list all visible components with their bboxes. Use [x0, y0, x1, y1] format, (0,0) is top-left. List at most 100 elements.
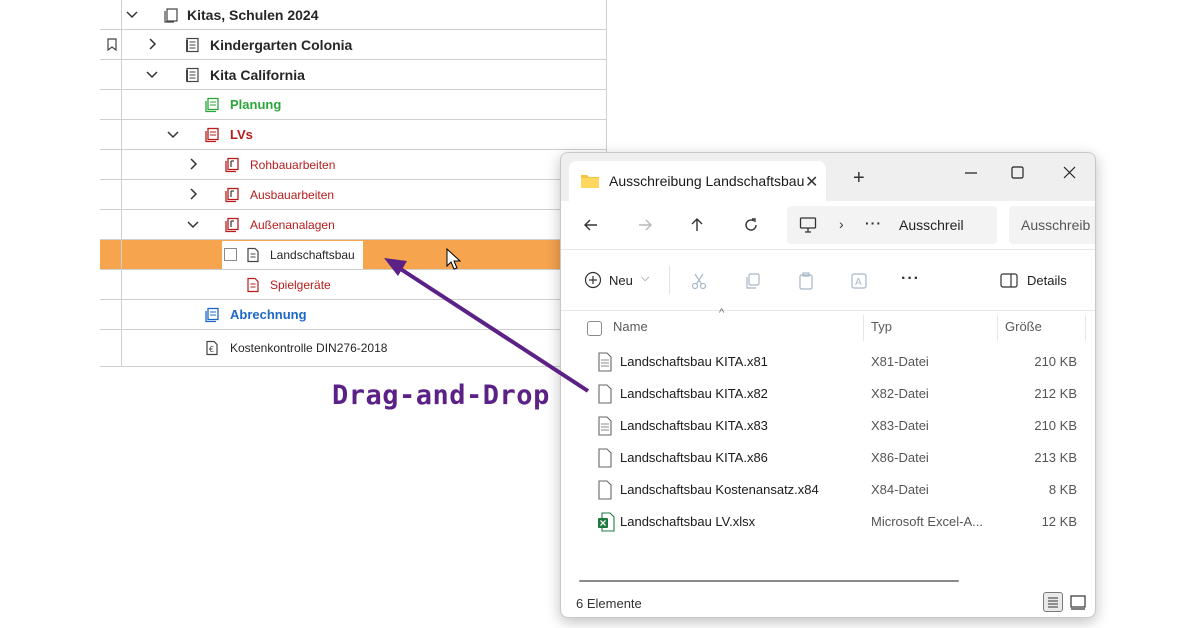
more-path-icon[interactable]: ···	[865, 215, 882, 231]
details-button[interactable]: Details	[999, 269, 1079, 293]
bookmark-icon[interactable]	[107, 38, 117, 51]
tree-row-kindergarten-colonia[interactable]: Kindergarten Colonia	[100, 30, 606, 60]
column-divider[interactable]	[863, 315, 864, 341]
tree-row-abrechnung[interactable]: Abrechnung	[100, 300, 606, 330]
row-gutter	[100, 60, 122, 89]
tree-row-planung[interactable]: Planung	[100, 90, 606, 120]
horizontal-scrollbar[interactable]	[579, 580, 959, 582]
plus-circle-icon	[584, 271, 602, 289]
explorer-tab[interactable]: Ausschreibung Landschaftsbau ✕	[569, 161, 826, 201]
address-text: Ausschreil	[899, 217, 964, 233]
lv-folder-icon	[205, 127, 219, 143]
tree-item-label: Rohbauarbeiten	[250, 158, 336, 172]
column-divider[interactable]	[997, 315, 998, 341]
drag-and-drop-annotation: Drag-and-Drop	[332, 380, 550, 411]
maximize-icon[interactable]	[1005, 161, 1029, 185]
project-icon	[186, 37, 199, 53]
blank-file-icon	[598, 384, 612, 404]
blank-file-icon	[598, 480, 612, 500]
up-arrow-icon[interactable]	[687, 215, 707, 235]
row-gutter	[100, 120, 122, 149]
tiles-view-icon[interactable]	[1068, 592, 1088, 612]
row-gutter	[100, 300, 122, 329]
tree-row-kitas-schulen[interactable]: Kitas, Schulen 2024	[100, 0, 606, 30]
column-header-type[interactable]: Typ	[871, 319, 892, 334]
address-bar[interactable]: › ··· Ausschreil	[787, 206, 997, 244]
tree-row-aussenanalagen[interactable]: Außenanalagen	[100, 210, 606, 240]
tree-row-landschaftsbau[interactable]: Landschaftsbau	[100, 240, 560, 270]
new-button[interactable]: Neu ⌵	[583, 269, 655, 293]
file-name: Landschaftsbau KITA.x83	[620, 418, 768, 433]
folder-icon	[581, 175, 599, 188]
row-checkbox[interactable]	[224, 248, 237, 261]
chevron-down-icon[interactable]	[145, 67, 159, 81]
chevron-down-icon: ⌵	[641, 272, 650, 284]
select-all-checkbox[interactable]	[587, 321, 602, 336]
chevron-right-icon[interactable]	[145, 37, 159, 51]
file-size: 212 KB	[1034, 386, 1077, 401]
navigation-bar: › ··· Ausschreil Ausschreib	[561, 201, 1095, 250]
file-type: X83-Datei	[871, 418, 929, 433]
tab-title: Ausschreibung Landschaftsbau	[609, 173, 805, 189]
paste-icon[interactable]	[796, 271, 816, 291]
column-header-name[interactable]: Name	[613, 319, 648, 334]
tree-row-rohbauarbeiten[interactable]: Rohbauarbeiten	[100, 150, 606, 180]
tree-row-kostenkontrolle[interactable]: € Kostenkontrolle DIN276-2018	[100, 330, 606, 366]
search-box[interactable]: Ausschreib	[1009, 206, 1095, 244]
chevron-down-icon[interactable]	[125, 7, 139, 21]
file-row[interactable]: Landschaftsbau KITA.x81 X81-Datei 210 KB	[561, 346, 1095, 378]
file-row[interactable]: Landschaftsbau KITA.x86 X86-Datei 213 KB	[561, 442, 1095, 474]
cut-icon[interactable]	[689, 271, 709, 291]
lv-icon	[225, 217, 239, 233]
new-tab-icon[interactable]: +	[853, 167, 865, 190]
column-header-size[interactable]: Größe	[1005, 319, 1042, 334]
svg-text:A: A	[855, 277, 862, 288]
excel-file-icon	[598, 512, 615, 532]
tree-row-spielgeraete[interactable]: Spielgeräte	[100, 270, 606, 300]
forward-arrow-icon[interactable]	[635, 215, 655, 235]
file-name: Landschaftsbau KITA.x86	[620, 450, 768, 465]
list-view-icon[interactable]	[1043, 592, 1063, 612]
tree-row-lvs[interactable]: LVs	[100, 120, 606, 150]
column-divider[interactable]	[1085, 315, 1086, 341]
chevron-right-icon[interactable]: ›	[839, 216, 844, 232]
chevron-right-icon[interactable]	[186, 187, 200, 201]
file-type: X82-Datei	[871, 386, 929, 401]
file-type: Microsoft Excel-A...	[871, 514, 983, 529]
document-icon	[247, 277, 259, 293]
file-explorer-window: Ausschreibung Landschaftsbau ✕ + › ··· A…	[560, 152, 1096, 618]
tree-item-label: Ausbauarbeiten	[250, 188, 335, 202]
svg-text:€: €	[209, 345, 214, 354]
file-type: X86-Datei	[871, 450, 929, 465]
title-bar: Ausschreibung Landschaftsbau ✕ +	[561, 153, 1095, 201]
refresh-icon[interactable]	[741, 215, 761, 235]
close-tab-icon[interactable]: ✕	[805, 172, 818, 192]
tree-item-label: Planung	[230, 97, 282, 112]
file-row[interactable]: Landschaftsbau Kostenansatz.x84 X84-Date…	[561, 474, 1095, 506]
lv-icon	[225, 187, 239, 203]
minimize-icon[interactable]	[959, 161, 983, 185]
file-size: 8 KB	[1048, 482, 1077, 497]
back-arrow-icon[interactable]	[581, 215, 601, 235]
file-size: 12 KB	[1041, 514, 1077, 529]
chevron-right-icon[interactable]	[186, 157, 200, 171]
tree-row-kita-california[interactable]: Kita California	[100, 60, 606, 90]
rename-icon[interactable]: A	[849, 271, 869, 291]
chevron-down-icon[interactable]	[186, 217, 200, 231]
tree-item-label: LVs	[230, 127, 253, 142]
row-gutter	[100, 150, 122, 179]
more-options-icon[interactable]: ···	[901, 270, 920, 288]
folder-list-icon	[164, 8, 178, 23]
status-bar: 6 Elemente	[561, 587, 1095, 617]
tree-item-label: Spielgeräte	[270, 278, 331, 292]
sort-up-icon: ^	[719, 307, 725, 319]
tree-row-ausbauarbeiten[interactable]: Ausbauarbeiten	[100, 180, 606, 210]
file-row[interactable]: Landschaftsbau KITA.x83 X83-Datei 210 KB	[561, 410, 1095, 442]
copy-icon[interactable]	[743, 271, 763, 291]
file-row[interactable]: Landschaftsbau LV.xlsx Microsoft Excel-A…	[561, 506, 1095, 538]
close-window-icon[interactable]	[1057, 161, 1081, 185]
planning-icon	[205, 97, 219, 113]
chevron-down-icon[interactable]	[166, 127, 180, 141]
file-row[interactable]: Landschaftsbau KITA.x82 X82-Datei 212 KB	[561, 378, 1095, 410]
text-file-icon	[598, 416, 612, 436]
